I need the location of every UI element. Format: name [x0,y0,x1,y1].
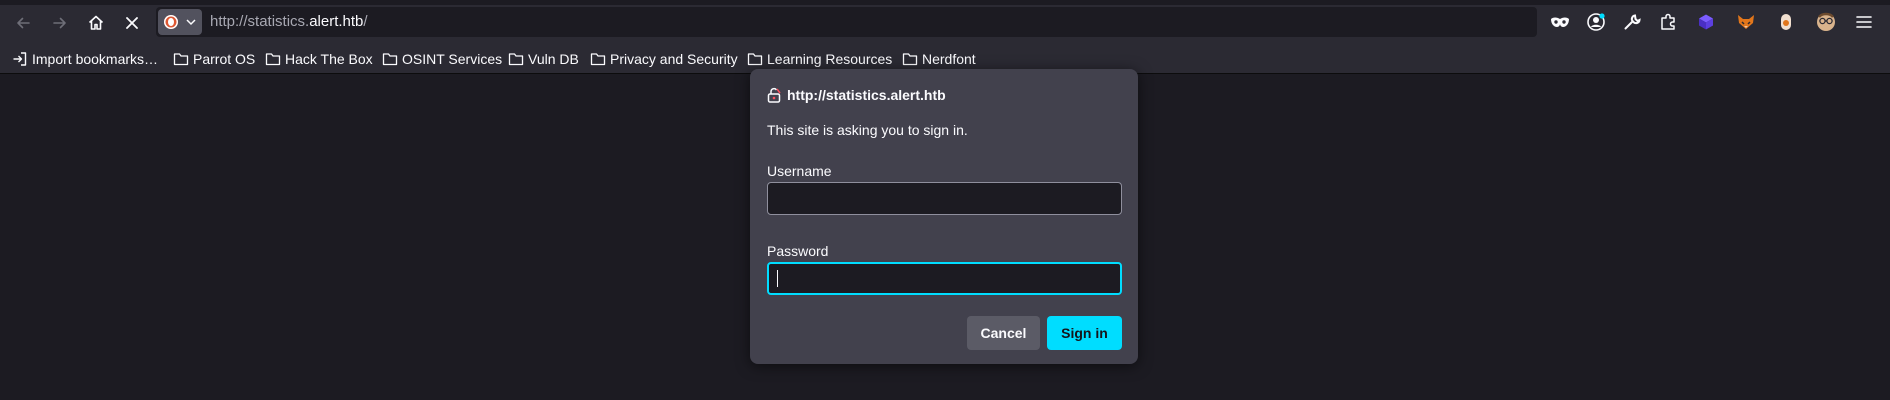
folder-icon [590,53,606,66]
bookmark-folder-learning-resources[interactable]: Learning Resources [747,49,892,69]
address-bar[interactable]: http://statistics.alert.htb/ [156,7,1537,37]
text-caret [777,270,778,287]
container-extension-icon[interactable] [1775,11,1797,33]
bookmark-label: Privacy and Security [610,51,738,67]
username-label: Username [767,163,832,179]
username-field[interactable] [767,182,1122,215]
stop-loading-icon[interactable] [118,9,146,37]
menu-hamburger-icon[interactable] [1853,11,1875,33]
bookmark-folder-nerdfont[interactable]: Nerdfont [902,49,976,69]
account-icon[interactable] [1585,11,1607,33]
folder-icon [382,53,398,66]
bookmark-label: Hack The Box [285,51,373,67]
bookmark-folder-hack-the-box[interactable]: Hack The Box [265,49,373,69]
sign-in-button[interactable]: Sign in [1047,316,1122,350]
browser-toolbar: http://statistics.alert.htb/ [0,0,1890,44]
bookmark-folder-osint-services[interactable]: OSINT Services [382,49,502,69]
password-label: Password [767,243,829,259]
http-auth-dialog: http://statistics.alert.htb This site is… [750,69,1138,364]
profile-avatar-extension-icon[interactable] [1815,11,1837,33]
bookmark-folder-parrot-os[interactable]: Parrot OS [173,49,255,69]
folder-icon [902,53,918,66]
forward-arrow-icon[interactable] [46,9,74,37]
fox-extension-icon[interactable] [1735,11,1757,33]
folder-icon [173,53,189,66]
dialog-site-header: http://statistics.alert.htb [767,85,946,105]
duckduckgo-icon [164,15,178,29]
password-field[interactable] [767,262,1122,295]
bookmark-label: Parrot OS [193,51,256,67]
dialog-site-url: http://statistics.alert.htb [787,87,946,103]
wrench-icon[interactable] [1621,11,1643,33]
search-engine-selector[interactable] [158,9,202,35]
url-prefix: http://statistics. [210,13,310,30]
bookmark-label: Import bookmarks… [32,51,159,67]
window-top-edge [0,0,1890,5]
bookmark-label: Vuln DB [528,51,579,67]
folder-icon [747,53,763,66]
cancel-button[interactable]: Cancel [967,316,1040,350]
url-domain: alert.htb [309,13,364,30]
back-arrow-icon[interactable] [9,9,37,37]
extensions-puzzle-icon[interactable] [1657,11,1679,33]
folder-icon [265,53,281,66]
url-suffix: / [363,13,368,30]
private-mask-icon[interactable] [1549,11,1571,33]
dialog-message: This site is asking you to sign in. [767,122,968,138]
bookmark-label: OSINT Services [402,51,503,67]
broken-lock-icon [767,87,781,103]
bookmark-folder-vuln-db[interactable]: Vuln DB [508,49,579,69]
folder-icon [508,53,524,66]
home-icon[interactable] [82,9,110,37]
bookmark-label: Learning Resources [767,51,893,67]
url-text[interactable]: http://statistics.alert.htb/ [210,13,368,31]
import-icon [13,52,27,66]
bookmark-import[interactable]: Import bookmarks… [12,49,158,69]
bookmark-label: Nerdfont [922,51,976,67]
purple-cube-extension-icon[interactable] [1695,11,1717,33]
chevron-down-icon [186,19,196,26]
bookmark-folder-privacy-and-security[interactable]: Privacy and Security [590,49,738,69]
